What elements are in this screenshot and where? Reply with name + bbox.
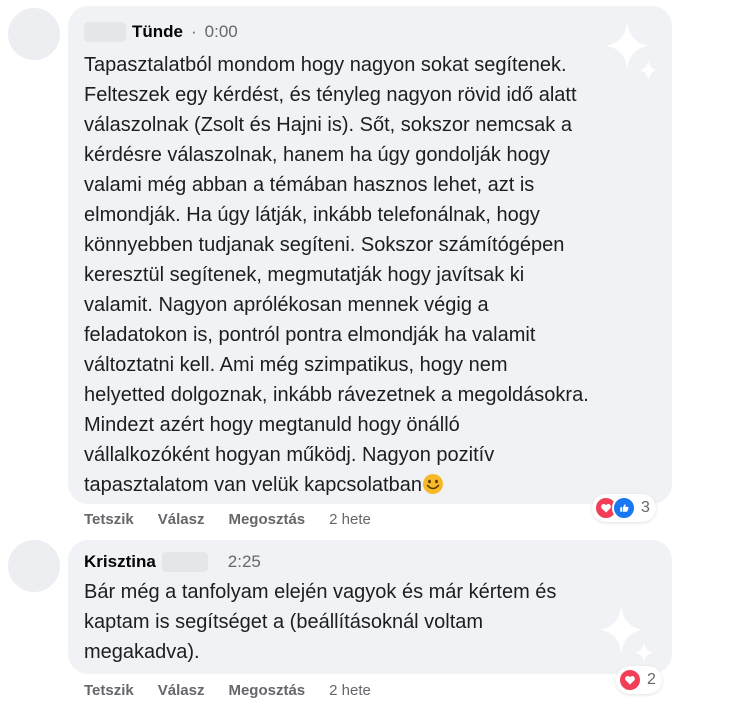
comment-header: Tünde · 0:00 xyxy=(84,22,238,42)
sparkle-decoration-icon xyxy=(606,21,657,81)
love-reaction-icon xyxy=(618,668,642,692)
video-timestamp[interactable]: 0:00 xyxy=(205,22,238,42)
separator-dot: · xyxy=(191,22,197,41)
sparkle-decoration-icon xyxy=(600,605,653,663)
comment-header: Krisztina 2:25 xyxy=(84,552,261,572)
reply-action-button[interactable]: Válasz xyxy=(158,682,205,699)
reply-action-button[interactable]: Válasz xyxy=(158,511,205,528)
reaction-count: 2 xyxy=(647,671,656,688)
reaction-summary[interactable]: 2 xyxy=(616,666,662,694)
reaction-summary[interactable]: 3 xyxy=(592,494,656,522)
redacted-name-block xyxy=(84,22,126,42)
smiling-face-emoji xyxy=(422,474,443,494)
comment-age[interactable]: 2 hete xyxy=(329,682,371,699)
comment-body: Tapasztalatból mondom hogy nagyon sokat … xyxy=(84,54,589,496)
comment-actions: Tetszik Válasz Megosztás 2 hete xyxy=(84,511,371,528)
author-name[interactable]: Krisztina xyxy=(84,552,156,572)
comment-body: Bár még a tanfolyam elején vagyok és már… xyxy=(84,581,557,663)
reaction-count: 3 xyxy=(641,499,650,516)
comment-actions: Tetszik Válasz Megosztás 2 hete xyxy=(84,682,371,699)
like-reaction-icon xyxy=(612,496,636,520)
comment-bubble: Tünde · 0:00 Tapasztalatból mondom hogy … xyxy=(68,6,672,504)
share-action-button[interactable]: Megosztás xyxy=(228,511,305,528)
redacted-name-block xyxy=(161,552,208,572)
avatar[interactable] xyxy=(8,540,60,592)
author-name[interactable]: Tünde xyxy=(132,22,183,42)
comment-text: Bár még a tanfolyam elején vagyok és már… xyxy=(84,577,556,667)
like-action-button[interactable]: Tetszik xyxy=(84,511,134,528)
comment-age[interactable]: 2 hete xyxy=(329,511,371,528)
avatar[interactable] xyxy=(8,8,60,60)
video-timestamp[interactable]: 2:25 xyxy=(228,552,261,572)
share-action-button[interactable]: Megosztás xyxy=(228,682,305,699)
comment-bubble: Krisztina 2:25 Bár még a tanfolyam elejé… xyxy=(68,540,672,674)
comment-text: Tapasztalatból mondom hogy nagyon sokat … xyxy=(84,50,589,500)
like-action-button[interactable]: Tetszik xyxy=(84,682,134,699)
